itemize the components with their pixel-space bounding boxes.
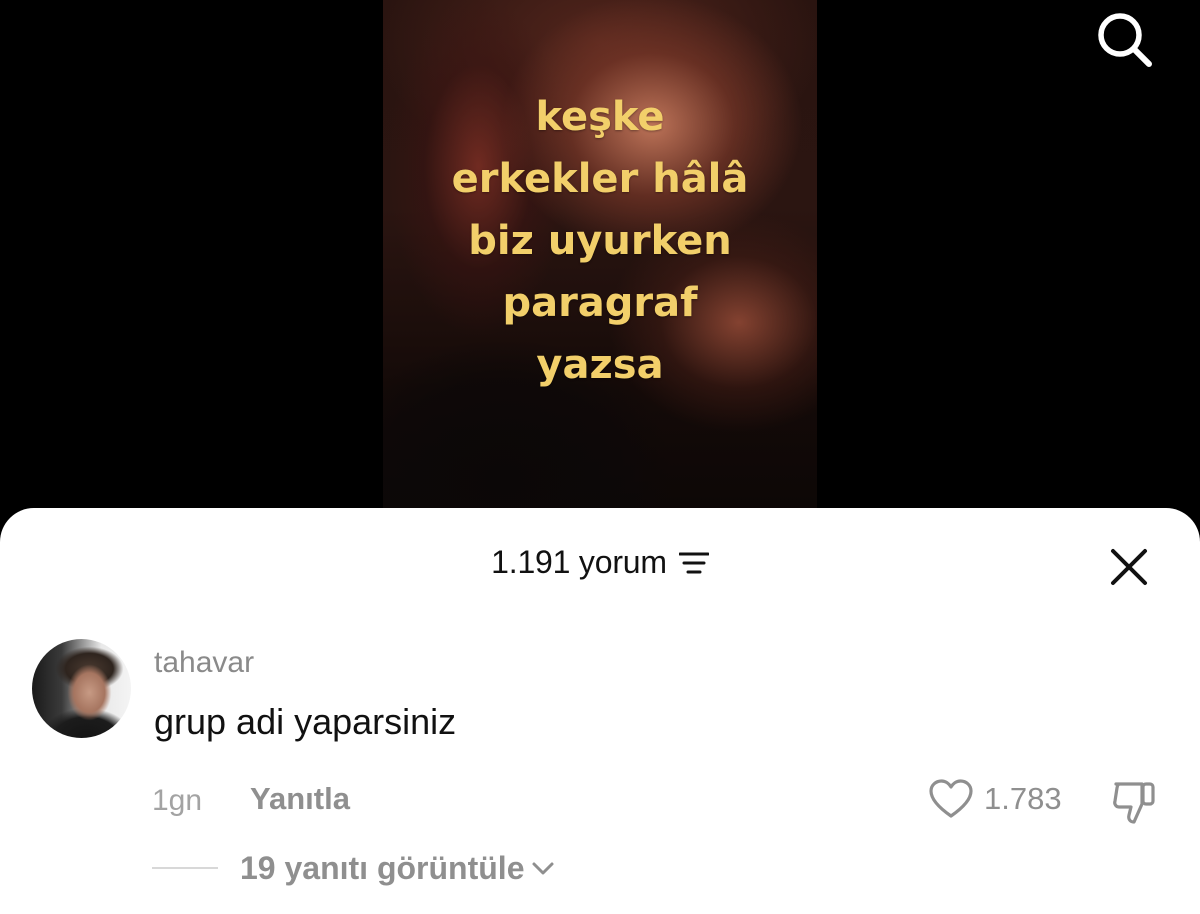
comment-time: 1gn	[152, 784, 203, 817]
caption-line: keşke	[535, 94, 665, 140]
like-count: 1.783	[984, 781, 1062, 816]
reply-button[interactable]: Yanıtla	[250, 781, 350, 817]
thumbs-down-icon	[1113, 782, 1155, 824]
close-icon	[1111, 549, 1147, 585]
comments-header: 1.191 yorum	[0, 544, 1200, 588]
video-player[interactable]: keşke erkekler hâlâ biz uyurken paragraf…	[383, 0, 817, 520]
comments-sheet: 1.191 yorum tahavar grup adi yaparsiniz …	[0, 508, 1200, 914]
sort-icon	[678, 552, 709, 573]
view-replies-button[interactable]: 19 yanıtı görüntüle	[240, 850, 556, 887]
caption-line: biz uyurken	[468, 218, 732, 264]
search-icon	[1098, 13, 1152, 67]
view-replies-label: 19 yanıtı görüntüle	[240, 849, 525, 886]
close-button[interactable]	[1108, 546, 1150, 588]
sort-comments-button[interactable]: 1.191 yorum	[491, 544, 709, 581]
comment-count: 1.191 yorum	[491, 544, 667, 580]
search-button[interactable]	[1092, 8, 1154, 68]
replies-row: 19 yanıtı görüntüle	[152, 848, 556, 888]
avatar[interactable]	[32, 639, 131, 738]
like-button[interactable]: 1.783	[928, 778, 1062, 820]
divider	[152, 867, 218, 869]
tiktok-comments-screen: keşke erkekler hâlâ biz uyurken paragraf…	[0, 0, 1200, 914]
comment-text: grup adi yaparsiniz	[154, 701, 457, 742]
caption-line: yazsa	[536, 342, 664, 388]
dislike-button[interactable]	[1110, 776, 1160, 826]
comment-username[interactable]: tahavar	[154, 646, 254, 680]
heart-icon	[929, 779, 973, 818]
chevron-down-icon	[532, 862, 554, 875]
caption-line: erkekler hâlâ	[451, 156, 749, 202]
caption-line: paragraf	[502, 280, 698, 326]
video-caption: keşke erkekler hâlâ biz uyurken paragraf…	[383, 86, 817, 396]
